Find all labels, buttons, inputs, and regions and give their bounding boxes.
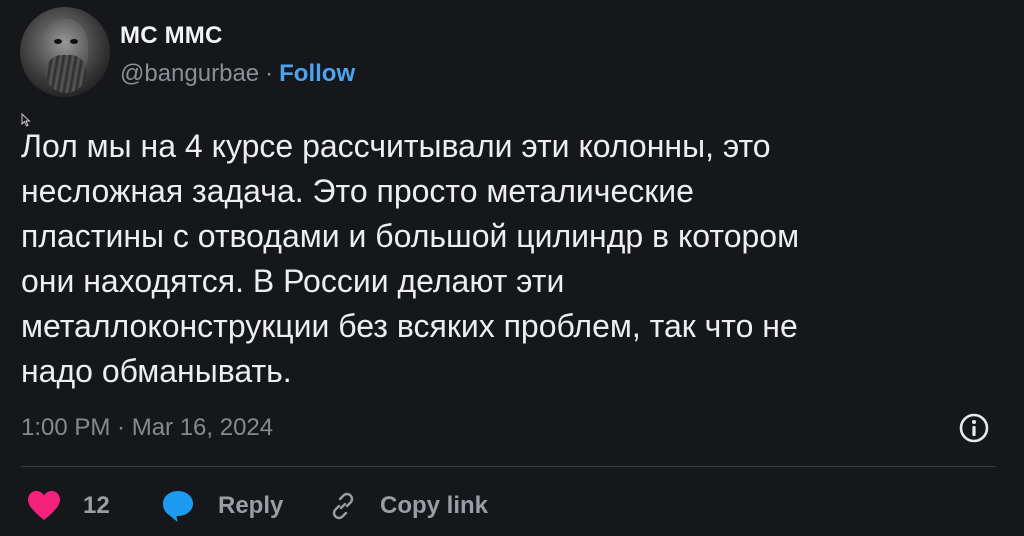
reply-button[interactable]: Reply (160, 484, 283, 528)
tweet-text: Лол мы на 4 курсе рассчитывали эти колон… (21, 124, 981, 394)
author-handle[interactable]: @bangurbae (120, 60, 259, 88)
like-button[interactable]: 12 (27, 484, 110, 528)
tweet-line: пластины с отводами и большой цилиндр в … (21, 218, 800, 254)
avatar[interactable] (20, 7, 110, 97)
author-name[interactable]: МС ММС (120, 22, 223, 50)
action-bar: 12 Reply Copy link (0, 484, 1024, 528)
tweet-line: Лол мы на 4 курсе рассчитывали эти колон… (21, 128, 771, 164)
avatar-eye (70, 39, 78, 44)
speech-bubble-icon (163, 491, 193, 522)
link-icon (332, 492, 354, 520)
tweet-line: надо обманывать. (21, 353, 292, 389)
heart-icon (28, 491, 60, 520)
like-count: 12 (83, 492, 110, 519)
author-handle-row: @bangurbae · Follow (120, 60, 355, 88)
info-icon[interactable] (958, 412, 990, 444)
divider (21, 466, 996, 467)
tweet-line: несложная задача. Это просто металически… (21, 173, 694, 209)
copy-link-label: Copy link (380, 492, 489, 519)
copy-link-button[interactable]: Copy link (328, 484, 488, 528)
avatar-eye (54, 39, 62, 44)
reply-label: Reply (218, 492, 284, 519)
follow-button[interactable]: Follow (279, 60, 355, 88)
tweet-timestamp[interactable]: 1:00 PM · Mar 16, 2024 (21, 414, 273, 442)
avatar-beard (46, 55, 86, 93)
tweet-line: они находятся. В России делают эти (21, 263, 565, 299)
tweet-line: металлоконструкции без всяких проблем, т… (21, 308, 798, 344)
separator-dot: · (265, 60, 274, 87)
